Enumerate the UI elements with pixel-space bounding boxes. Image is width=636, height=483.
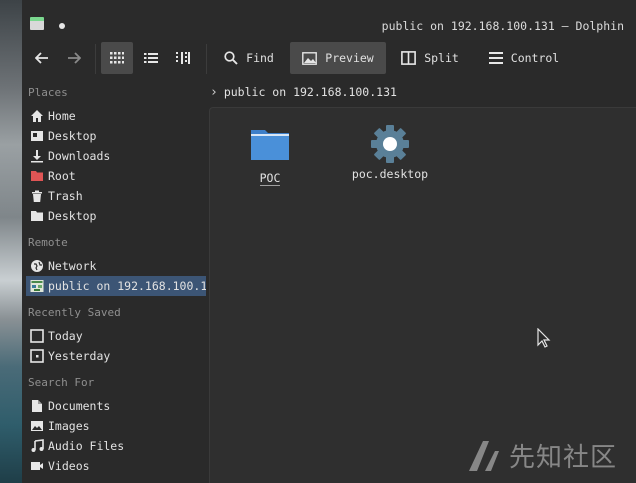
sidebar-item-yesterday[interactable]: Yesterday — [22, 346, 208, 366]
breadcrumb-path[interactable]: public on 192.168.100.131 — [224, 85, 397, 99]
document-icon — [32, 400, 42, 412]
sidebar-item-public-share[interactable]: public on 192.168.100.131 — [26, 276, 206, 296]
file-view[interactable]: POC poc.desktop 先知社区 — [209, 107, 636, 483]
sidebar-item-label: Trash — [48, 189, 83, 203]
sidebar-item-trash[interactable]: Trash — [22, 186, 208, 206]
sidebar-item-label: Documents — [48, 399, 111, 413]
preview-button[interactable]: Preview — [290, 42, 386, 74]
folder-icon — [31, 211, 43, 221]
sidebar-item-today[interactable]: Today — [22, 326, 208, 346]
arrow-left-icon — [35, 52, 48, 64]
sidebar-item-audio-files[interactable]: Audio Files — [22, 436, 208, 456]
window-title: public on 192.168.100.131 — Dolphin — [381, 19, 624, 33]
dolphin-app-icon[interactable] — [30, 17, 44, 30]
back-button[interactable] — [30, 42, 54, 74]
toolbar-separator — [95, 44, 96, 74]
sidebar-item-downloads[interactable]: Downloads — [22, 146, 208, 166]
sidebar-item-label: Today — [48, 329, 83, 343]
sidebar-item-videos[interactable]: Videos — [22, 456, 208, 476]
mouse-cursor-icon — [537, 328, 551, 348]
search-icon — [224, 51, 238, 65]
find-label: Find — [246, 51, 274, 65]
arrow-right-icon — [68, 52, 81, 64]
sidebar-item-label: Home — [48, 109, 76, 123]
home-icon — [31, 110, 43, 122]
root-folder-icon — [31, 171, 43, 181]
control-menu-button[interactable]: Control — [482, 42, 566, 74]
section-title-recently-saved: Recently Saved — [28, 306, 121, 319]
chevron-right-icon[interactable]: › — [210, 85, 218, 100]
section-title-places: Places — [28, 86, 68, 99]
split-view-icon — [401, 51, 417, 65]
sidebar-item-label: Audio Files — [48, 439, 125, 453]
split-button[interactable]: Split — [396, 42, 464, 74]
watermark-logo — [468, 440, 499, 471]
sidebar-item-label: Images — [48, 419, 90, 433]
sidebar-item-label: Network — [48, 259, 97, 273]
sidebar-item-documents[interactable]: Documents — [22, 396, 208, 416]
calendar-yesterday-icon — [30, 349, 44, 363]
list-view-icon — [144, 53, 158, 63]
sidebar-item-label: Videos — [48, 459, 90, 473]
samba-share-icon — [30, 280, 44, 292]
watermark-text: 先知社区 — [508, 443, 617, 473]
sidebar-item-label: Root — [48, 169, 76, 183]
network-icon — [31, 260, 43, 272]
toolbar-separator — [206, 44, 207, 74]
file-item[interactable]: POC — [240, 126, 300, 186]
sidebar-item-label: Yesterday — [48, 349, 111, 363]
sidebar-item-desktop-folder[interactable]: Desktop — [22, 206, 208, 226]
preview-label: Preview — [325, 51, 374, 65]
sidebar-item-desktop[interactable]: Desktop — [22, 126, 208, 146]
details-view-icon — [176, 52, 190, 64]
sidebar-item-network[interactable]: Network — [22, 256, 208, 276]
forward-button[interactable] — [62, 42, 86, 74]
image-preview-icon — [302, 51, 318, 65]
section-title-search-for: Search For — [28, 376, 95, 389]
sidebar-item-label: Desktop — [48, 209, 97, 223]
title-bar: public on 192.168.100.131 — Dolphin — [22, 0, 636, 40]
watermark: 先知社区 — [467, 437, 617, 474]
keep-above-button[interactable] — [59, 23, 65, 29]
calendar-today-icon — [30, 329, 44, 343]
sidebar-item-home[interactable]: Home — [22, 106, 208, 126]
icons-view-icon — [110, 52, 124, 64]
sidebar-item-label: Desktop — [48, 129, 97, 143]
sidebar-item-label: public on 192.168.100.131 — [48, 279, 206, 293]
split-label: Split — [424, 51, 459, 65]
image-icon — [31, 421, 43, 431]
settings-gear-icon — [371, 125, 409, 163]
places-panel: Places Home Desktop Downloads Root Trash… — [22, 78, 208, 483]
audio-icon — [31, 439, 44, 452]
sidebar-item-label: Downloads — [48, 149, 111, 163]
file-name: POC — [259, 171, 281, 186]
details-view-button[interactable] — [168, 42, 198, 74]
hamburger-menu-icon — [488, 52, 503, 64]
file-name: poc.desktop — [351, 167, 429, 181]
sidebar-item-root[interactable]: Root — [22, 166, 208, 186]
dolphin-window: public on 192.168.100.131 — Dolphin Find… — [22, 0, 636, 483]
icons-view-button[interactable] — [101, 42, 133, 74]
find-button[interactable]: Find — [218, 42, 280, 74]
video-icon — [31, 462, 43, 470]
breadcrumb: › public on 192.168.100.131 — [210, 82, 397, 102]
sidebar-item-images[interactable]: Images — [22, 416, 208, 436]
desktop-wallpaper — [0, 0, 22, 483]
compact-view-button[interactable] — [136, 42, 166, 74]
desktop-icon — [31, 131, 43, 141]
file-item[interactable]: poc.desktop — [340, 124, 440, 181]
trash-icon — [32, 190, 42, 202]
control-label: Control — [510, 51, 560, 65]
downloads-icon — [31, 150, 43, 163]
folder-icon — [251, 130, 289, 160]
section-title-remote: Remote — [28, 236, 68, 249]
toolbar: Find Preview Split Control — [22, 40, 636, 78]
